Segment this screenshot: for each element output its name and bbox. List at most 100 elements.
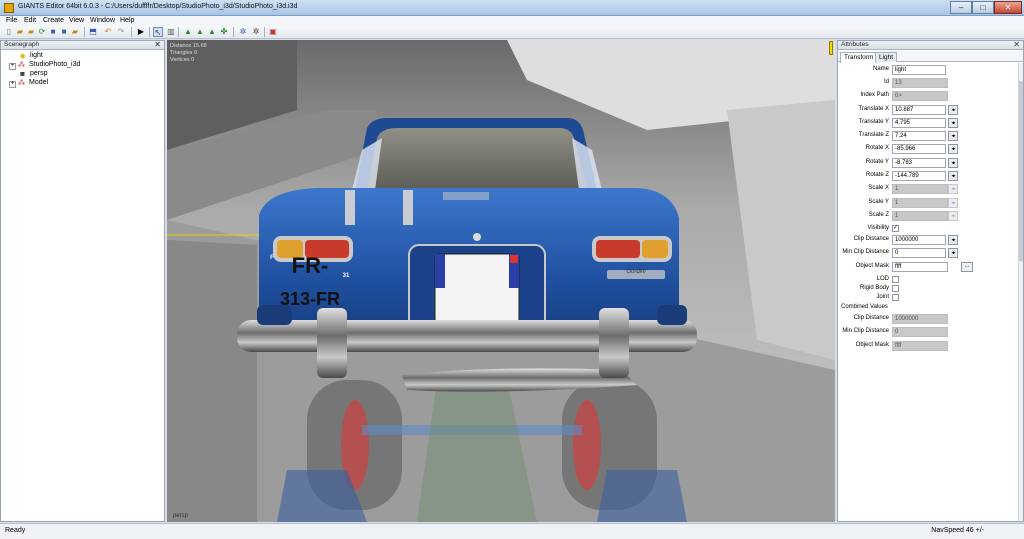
terrain-paint-icon[interactable]: ▲ bbox=[183, 27, 193, 37]
name-field[interactable]: light bbox=[892, 65, 946, 75]
attr-id: Id 13 bbox=[838, 78, 1023, 89]
attr-label: LOD bbox=[876, 276, 889, 282]
scenegraph-header: Scenegraph ✕ bbox=[1, 40, 164, 50]
tree-item-persp[interactable]: ◙ persp bbox=[18, 70, 47, 79]
menu-view[interactable]: View bbox=[69, 17, 84, 24]
record-icon[interactable]: ▣ bbox=[268, 27, 278, 37]
expand-toggle[interactable]: + bbox=[9, 63, 16, 70]
scale-z-field: 1 bbox=[892, 211, 948, 221]
nav-speed: NavSpeed 46 +/- bbox=[931, 527, 984, 534]
combined-clip-distance-field: 1000000 bbox=[892, 314, 948, 324]
attributes-scrollbar[interactable] bbox=[1018, 63, 1023, 521]
translate-x-stepper[interactable]: ◂▸ bbox=[948, 105, 958, 115]
placement-icon[interactable]: ✤ bbox=[219, 27, 229, 37]
translate-z-stepper[interactable]: ◂▸ bbox=[948, 131, 958, 141]
3d-viewport[interactable]: Distance 15.68 Triangles 0 Vertices 0 F … bbox=[167, 40, 835, 522]
foliage-icon[interactable]: ▲ bbox=[207, 27, 217, 37]
rotate-z-stepper[interactable]: ◂▸ bbox=[948, 171, 958, 181]
expand-toggle[interactable]: + bbox=[9, 81, 16, 88]
attr-label: Name bbox=[872, 66, 889, 72]
min-clip-distance-stepper[interactable]: ◂▸ bbox=[948, 248, 958, 258]
window-title: GIANTS Editor 64bit 6.0.3 - C:/Users/duf… bbox=[18, 3, 298, 10]
clip-distance-field[interactable]: 1000000 bbox=[892, 235, 946, 245]
rotate-x-field[interactable]: -85.966 bbox=[892, 144, 946, 154]
plate-region: 31 bbox=[342, 273, 350, 279]
attr-rotate-y: Rotate Y -8.783 ◂▸ bbox=[838, 158, 1023, 169]
clip-distance-stepper[interactable]: ◂▸ bbox=[948, 235, 958, 245]
plate-eu-band bbox=[435, 254, 445, 288]
rotate-z-field[interactable]: -144.789 bbox=[892, 171, 946, 181]
menu-window[interactable]: Window bbox=[90, 17, 115, 24]
save-icon[interactable]: ■ bbox=[48, 27, 58, 37]
undo-icon[interactable]: ↶ bbox=[103, 27, 113, 37]
save-as-icon[interactable]: ■ bbox=[59, 27, 69, 37]
menu-create[interactable]: Create bbox=[43, 17, 64, 24]
scenegraph-title: Scenegraph bbox=[4, 41, 40, 48]
attr-label: Rigid Body bbox=[859, 285, 889, 291]
tree-item-model[interactable]: + ⁂ Model bbox=[9, 79, 48, 88]
tree-item-studiophoto[interactable]: + ⁂ StudioPhoto_i3d bbox=[9, 61, 80, 70]
min-clip-distance-field[interactable]: 0 bbox=[892, 248, 946, 258]
attr-scale-x: Scale X 1 ◂▸ bbox=[838, 184, 1023, 195]
translate-z-field[interactable]: 7.24 bbox=[892, 131, 946, 141]
rear-window bbox=[367, 128, 587, 190]
scene-render bbox=[167, 40, 835, 522]
play-icon[interactable]: ▶ bbox=[136, 27, 146, 37]
tree-item-light[interactable]: ◉ light bbox=[18, 52, 42, 61]
select-tool-icon[interactable]: ↖ bbox=[153, 27, 163, 37]
visibility-checkbox[interactable]: ✓ bbox=[892, 225, 899, 232]
translate-x-field[interactable]: 10.887 bbox=[892, 105, 946, 115]
menu-help[interactable]: Help bbox=[120, 17, 134, 24]
rotate-y-field[interactable]: -8.783 bbox=[892, 158, 946, 168]
redo-icon[interactable]: ↷ bbox=[116, 27, 126, 37]
import-icon[interactable]: ⬒ bbox=[88, 27, 98, 37]
translate-y-stepper[interactable]: ◂▸ bbox=[948, 118, 958, 128]
toolbar-separator bbox=[178, 27, 179, 37]
menu-edit[interactable]: Edit bbox=[24, 17, 36, 24]
export-icon[interactable]: ▰ bbox=[70, 27, 80, 37]
stat-distance: Distance 15.68 bbox=[170, 43, 207, 49]
scripts-icon[interactable]: ✲ bbox=[251, 27, 261, 37]
minimize-button[interactable]: – bbox=[950, 1, 972, 14]
tab-transform[interactable]: Transform bbox=[840, 52, 878, 63]
joint-checkbox[interactable] bbox=[892, 294, 899, 301]
terrain-sculpt-icon[interactable]: ▲ bbox=[195, 27, 205, 37]
attr-label: Index Path bbox=[860, 92, 889, 98]
attr-label: Id bbox=[883, 79, 889, 85]
open-recent-icon[interactable]: ▰ bbox=[26, 27, 36, 37]
attr-label: Scale X bbox=[868, 185, 889, 191]
translate-y-field[interactable]: 4.795 bbox=[892, 118, 946, 128]
close-panel-icon[interactable]: ✕ bbox=[1013, 40, 1020, 49]
maximize-button[interactable]: □ bbox=[972, 1, 994, 14]
toolbar-separator bbox=[149, 27, 150, 37]
close-panel-icon[interactable]: ✕ bbox=[154, 40, 161, 49]
attr-rotate-x: Rotate X -85.966 ◂▸ bbox=[838, 144, 1023, 155]
lock-icon[interactable]: ▥ bbox=[166, 27, 176, 37]
attr-clip-distance: Clip Distance 1000000 ◂▸ bbox=[838, 235, 1023, 246]
scrollbar-thumb[interactable] bbox=[1019, 81, 1023, 261]
attr-visibility: Visibility ✓ bbox=[838, 224, 1023, 235]
tab-light[interactable]: Light bbox=[875, 52, 898, 62]
object-mask-browse-button[interactable]: ... bbox=[961, 262, 973, 272]
attr-object-mask: Object Mask ffff ... bbox=[838, 262, 1023, 273]
settings-gear-icon[interactable]: ✲ bbox=[238, 27, 248, 37]
new-file-icon[interactable]: ▯ bbox=[4, 27, 14, 37]
reload-icon[interactable]: ⟳ bbox=[37, 27, 47, 37]
camera-name: persp bbox=[173, 513, 189, 519]
index-path-field: 0> bbox=[892, 91, 948, 101]
object-mask-field[interactable]: ffff bbox=[892, 262, 948, 272]
rotate-y-stepper[interactable]: ◂▸ bbox=[948, 158, 958, 168]
lod-checkbox[interactable] bbox=[892, 276, 899, 283]
menu-file[interactable]: File bbox=[6, 17, 17, 24]
close-window-button[interactable]: ✕ bbox=[994, 1, 1022, 14]
rotate-x-stepper[interactable]: ◂▸ bbox=[948, 144, 958, 154]
attr-label: Translate Y bbox=[858, 119, 889, 125]
toolbar-separator bbox=[84, 27, 85, 37]
attr-label: Clip Distance bbox=[853, 315, 889, 321]
rigid-body-checkbox[interactable] bbox=[892, 285, 899, 292]
open-file-icon[interactable]: ▰ bbox=[15, 27, 25, 37]
selection-handle[interactable] bbox=[829, 41, 833, 55]
attr-translate-z: Translate Z 7.24 ◂▸ bbox=[838, 131, 1023, 142]
attr-label: Scale Z bbox=[868, 212, 889, 218]
rear-wing-right bbox=[657, 305, 687, 325]
